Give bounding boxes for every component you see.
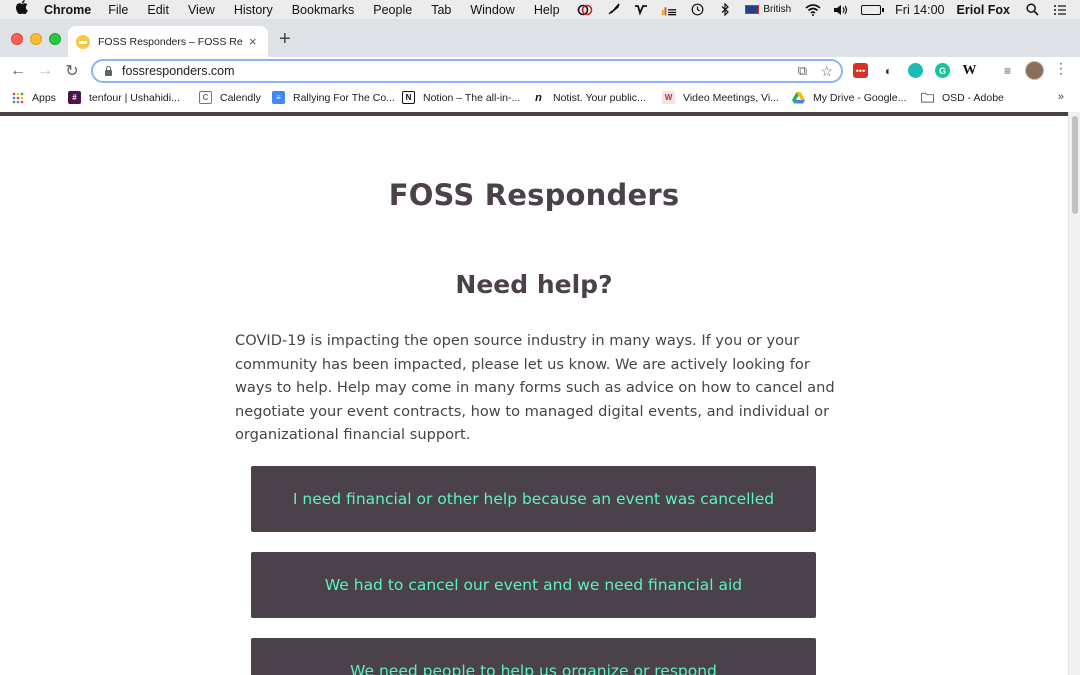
page-viewport: FOSS Responders Need help? COVID-19 is i…: [0, 116, 1068, 675]
bookmark-label: OSD - Adobe: [942, 91, 1004, 104]
search-icon[interactable]: [1024, 3, 1040, 16]
lastpass-icon[interactable]: •••: [853, 63, 868, 78]
intro-paragraph: COVID-19 is impacting the open source in…: [235, 332, 835, 444]
menu-clock[interactable]: Fri 14:00: [895, 3, 944, 17]
bluetooth-icon[interactable]: [717, 3, 733, 16]
control-center-icon[interactable]: [1052, 3, 1068, 16]
wikipedia-icon[interactable]: W: [962, 63, 977, 78]
input-language-menu[interactable]: British: [745, 4, 791, 15]
bookmark-osd-adobe[interactable]: OSD - Adobe: [921, 91, 1004, 104]
window-zoom-button[interactable]: [49, 33, 61, 45]
menu-user-name[interactable]: Eriol Fox: [957, 3, 1010, 17]
reading-list-icon[interactable]: ≡: [1000, 63, 1015, 78]
volume-icon[interactable]: [833, 3, 849, 16]
browser-menu-icon[interactable]: ⋮: [1054, 60, 1068, 77]
grammarly-icon[interactable]: G: [935, 63, 950, 78]
address-bar[interactable]: fossresponders.com ⧉ ☆: [91, 59, 843, 83]
menu-app-name[interactable]: Chrome: [44, 3, 91, 17]
slack-icon: #: [68, 91, 81, 104]
notist-icon: n: [532, 91, 545, 104]
bookmark-label: Video Meetings, Vi...: [683, 91, 779, 104]
window-close-button[interactable]: [11, 33, 23, 45]
apple-icon[interactable]: [15, 0, 30, 19]
macos-menu-bar: Chrome File Edit View History Bookmarks …: [0, 0, 1080, 19]
back-button[interactable]: ←: [7, 60, 29, 82]
menu-view[interactable]: View: [188, 3, 215, 17]
input-language-label: British: [763, 4, 792, 15]
creative-cloud-icon[interactable]: [577, 3, 593, 16]
battery-icon[interactable]: [861, 4, 885, 15]
wifi-icon[interactable]: [805, 3, 821, 16]
time-machine-icon[interactable]: [689, 3, 705, 16]
need-help-heading: Need help?: [455, 270, 613, 299]
lock-icon[interactable]: [105, 65, 112, 76]
bookmark-star-icon[interactable]: ☆: [820, 63, 833, 80]
rocket-icon[interactable]: [605, 3, 621, 16]
address-bar-url[interactable]: fossresponders.com: [122, 64, 235, 78]
profile-avatar[interactable]: [1025, 61, 1044, 80]
browser-toolbar: ← → ↻ fossresponders.com ⧉ ☆ ••• ◐ G W ≡…: [0, 57, 1080, 85]
new-tab-button[interactable]: +: [279, 28, 291, 50]
scrollbar-thumb[interactable]: [1072, 116, 1078, 214]
apps-grid-icon: [11, 91, 24, 104]
flag-icon: [745, 5, 760, 14]
calendly-icon: C: [199, 91, 212, 104]
browser-tab-strip: FOSS Responders – FOSS Respo × +: [0, 19, 1080, 57]
menu-edit[interactable]: Edit: [147, 3, 169, 17]
whereby-icon: W: [662, 91, 675, 104]
bookmark-label: tenfour | Ushahidi...: [89, 91, 180, 104]
bookmark-label: Notist. Your public...: [553, 91, 646, 104]
menu-help[interactable]: Help: [534, 3, 560, 17]
menu-bar-status-area: British Fri 14:00 Eriol Fox: [577, 0, 1080, 19]
more-bookmarks-chevron-icon[interactable]: »: [1058, 91, 1064, 103]
tab-close-icon[interactable]: ×: [249, 34, 257, 49]
menu-history[interactable]: History: [234, 3, 273, 17]
google-drive-icon: [792, 91, 805, 104]
window-minimize-button[interactable]: [30, 33, 42, 45]
masked-face-favicon-icon: [76, 34, 90, 49]
bookmarks-bar: Apps # tenfour | Ushahidi... C Calendly …: [0, 85, 1080, 112]
google-docs-icon: ≡: [272, 91, 285, 104]
site-title[interactable]: FOSS Responders: [0, 178, 1068, 212]
vectorize-icon[interactable]: [633, 3, 649, 16]
organize-respond-help-button[interactable]: We need people to help us organize or re…: [251, 638, 816, 675]
forward-button[interactable]: →: [34, 60, 56, 82]
bookmark-calendly[interactable]: C Calendly: [199, 91, 261, 104]
bookmark-whereby[interactable]: W Video Meetings, Vi...: [662, 91, 779, 104]
bookmark-label: Calendly: [220, 91, 261, 104]
folder-icon: [921, 91, 934, 104]
bookmark-notist[interactable]: n Notist. Your public...: [532, 91, 646, 104]
bookmark-label: Notion – The all-in-...: [423, 91, 521, 104]
menu-window[interactable]: Window: [470, 3, 514, 17]
page-scrollbar[interactable]: [1068, 112, 1080, 675]
bookmark-google-drive[interactable]: My Drive - Google...: [792, 91, 906, 104]
bookmark-rallying[interactable]: ≡ Rallying For The Co...: [272, 91, 395, 104]
menu-people[interactable]: People: [373, 3, 412, 17]
teal-circle-icon[interactable]: [908, 63, 923, 78]
bookmark-label: Apps: [32, 91, 56, 104]
stats-icon[interactable]: [661, 3, 677, 16]
browser-tab-active[interactable]: FOSS Responders – FOSS Respo ×: [68, 26, 268, 57]
bookmark-notion[interactable]: N Notion – The all-in-...: [402, 91, 520, 104]
bookmark-label: Rallying For The Co...: [293, 91, 395, 104]
menu-tab[interactable]: Tab: [431, 3, 451, 17]
bookmark-tenfour[interactable]: # tenfour | Ushahidi...: [68, 91, 180, 104]
bookmark-label: My Drive - Google...: [813, 91, 907, 104]
bookmark-apps[interactable]: Apps: [11, 91, 56, 104]
bird-icon[interactable]: ◐: [881, 63, 896, 78]
menu-bookmarks[interactable]: Bookmarks: [292, 3, 355, 17]
menu-file[interactable]: File: [108, 3, 128, 17]
financial-aid-button[interactable]: We had to cancel our event and we need f…: [251, 552, 816, 618]
install-app-icon[interactable]: ⧉: [798, 63, 807, 79]
reload-button[interactable]: ↻: [61, 60, 83, 82]
notion-icon: N: [402, 91, 415, 104]
event-cancelled-help-button[interactable]: I need financial or other help because a…: [251, 466, 816, 532]
tab-title: FOSS Responders – FOSS Respo: [98, 35, 243, 48]
